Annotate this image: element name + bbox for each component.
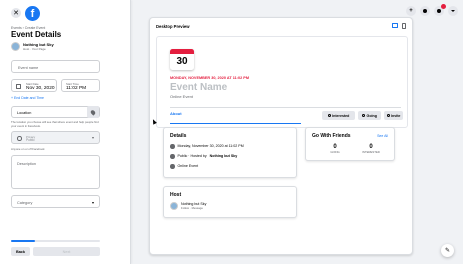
progress-fill	[11, 240, 36, 242]
host-heading: Host	[170, 192, 182, 198]
progress-bar	[11, 240, 100, 242]
tab-about[interactable]: About	[170, 111, 182, 116]
go-with-friends-card: Go With Friends See All 0 GOING 0 INTERE…	[305, 127, 395, 161]
create-plus-icon[interactable]: +	[406, 6, 416, 16]
interested-stat-label: INTERESTED	[362, 150, 380, 154]
event-name-placeholder: Event name	[18, 65, 39, 70]
event-type: Online Event	[170, 94, 193, 99]
preview-title: Desktop Preview	[156, 24, 190, 29]
avatar	[11, 42, 20, 51]
detail-date-text: Monday, November 30, 2020 at 11:02 PM	[177, 144, 244, 149]
check-icon	[362, 114, 366, 117]
calendar-day: 30	[176, 56, 188, 67]
avatar	[170, 202, 178, 210]
interested-label: Interested	[332, 113, 350, 118]
privacy-help-text: Anyone on or off Facebook	[11, 147, 45, 151]
going-stat: 0 GOING	[320, 144, 350, 154]
calendar-icon	[16, 83, 21, 89]
close-icon[interactable]: ✕	[11, 8, 21, 18]
details-heading: Details	[170, 133, 187, 139]
description-placeholder: Description	[17, 162, 36, 166]
notification-badge	[441, 4, 446, 9]
friends-heading: Go With Friends	[312, 133, 351, 139]
tab-underline	[170, 123, 301, 125]
account-caret-icon[interactable]	[448, 6, 458, 16]
bell-icon[interactable]	[434, 4, 446, 16]
detail-row-date: Monday, November 30, 2020 at 11:02 PM	[170, 144, 244, 149]
end-date-link[interactable]: + End Date and Time	[11, 96, 44, 100]
globe-icon	[17, 136, 22, 141]
event-details-sidebar: ✕ f Events › Create Event Event Details …	[0, 0, 131, 264]
host-card-row[interactable]: Nothing but Sky Follow · Message	[170, 202, 206, 210]
star-icon	[327, 114, 331, 117]
back-button[interactable]: Back	[11, 247, 30, 256]
page-title: Event Details	[11, 30, 62, 39]
next-button[interactable]: Next	[33, 247, 100, 256]
event-header-card: 30 MONDAY, NOVEMBER 30, 2020 AT 11:02 PM…	[156, 36, 408, 128]
chevron-down-icon	[92, 137, 94, 139]
interested-stat: 0 INTERESTED	[356, 144, 386, 154]
category-select[interactable]: Category	[11, 195, 100, 208]
video-icon	[170, 164, 175, 169]
going-button[interactable]: Going	[358, 111, 381, 120]
start-date-field[interactable]: Start Date Nov 30, 2020	[11, 79, 57, 92]
going-label: Going	[366, 113, 377, 118]
see-all-link[interactable]: See All	[377, 134, 388, 138]
privacy-select[interactable]: Privacy Public	[11, 131, 100, 144]
envelope-icon	[386, 114, 390, 117]
host-selector[interactable]: Nothing but Sky Host · Your Page	[11, 42, 54, 51]
detail-host-prefix: Public · Hosted by	[177, 154, 207, 159]
desktop-preview-panel: Desktop Preview 30 MONDAY, NOVEMBER 30, …	[149, 17, 413, 255]
location-pin-icon[interactable]	[87, 106, 99, 118]
event-name-input[interactable]: Event name	[11, 60, 100, 73]
messenger-icon[interactable]	[420, 6, 430, 16]
divider	[170, 107, 401, 108]
event-name-preview: Event Name	[170, 82, 228, 93]
privacy-value: Public	[26, 138, 35, 142]
globe-icon	[170, 154, 175, 159]
clock-icon	[170, 144, 175, 149]
detail-row-online: Online Event	[170, 164, 198, 169]
invite-button[interactable]: Invite	[384, 111, 403, 120]
start-time-value: 11:02 PM	[66, 85, 87, 91]
desktop-icon[interactable]	[392, 23, 398, 28]
invite-label: Invite	[391, 113, 401, 118]
details-card: Details Monday, November 30, 2020 at 11:…	[163, 127, 297, 178]
detail-row-host: Public · Hosted by Nothing but Sky	[170, 154, 237, 159]
category-placeholder: Category	[17, 200, 33, 205]
host-sub: Host · Your Page	[23, 47, 46, 51]
start-date-value: Nov 30, 2020	[26, 85, 55, 91]
mobile-icon[interactable]	[402, 23, 406, 29]
interested-button[interactable]: Interested	[322, 111, 355, 120]
going-stat-label: GOING	[330, 150, 340, 154]
detail-host-name[interactable]: Nothing but Sky	[210, 154, 238, 158]
facebook-logo-icon[interactable]: f	[25, 6, 40, 21]
new-message-icon[interactable]: ✎	[441, 244, 454, 257]
description-textarea[interactable]: Description	[11, 155, 100, 189]
event-date-line: MONDAY, NOVEMBER 30, 2020 AT 11:02 PM	[170, 76, 249, 80]
start-time-field[interactable]: Start Time 11:02 PM	[61, 79, 100, 92]
location-placeholder: Location	[17, 111, 32, 115]
host-card-sub: Follow · Message	[181, 206, 203, 210]
detail-online-text: Online Event	[177, 164, 199, 169]
host-card: Host Nothing but Sky Follow · Message	[163, 186, 297, 218]
chevron-down-icon	[92, 201, 94, 204]
location-help-text: The location you choose will see that wh…	[11, 120, 99, 128]
calendar-card: 30	[170, 49, 194, 70]
